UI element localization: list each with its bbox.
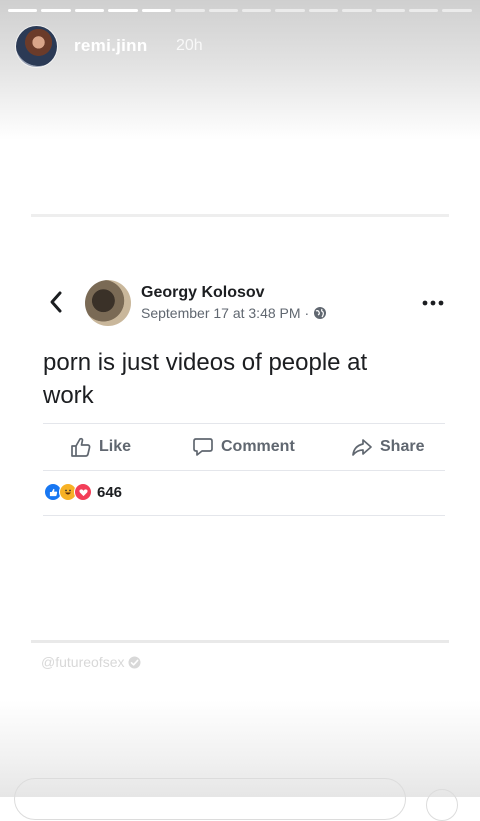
story-progress-segment xyxy=(241,9,272,12)
love-reaction-icon xyxy=(74,483,92,501)
story-progress-segment xyxy=(308,9,339,12)
back-arrow-icon[interactable] xyxy=(48,290,64,314)
reactions-summary[interactable]: 646 xyxy=(44,483,122,501)
story-progress-segment xyxy=(409,9,439,12)
share-button[interactable]: Share xyxy=(351,436,424,458)
reply-input[interactable] xyxy=(14,778,406,820)
story-time-ago: 20h xyxy=(176,37,203,54)
story-progress-bar xyxy=(8,9,472,12)
thumbs-up-icon xyxy=(71,437,91,457)
story-progress-segment xyxy=(208,9,238,12)
action-bar-top-divider xyxy=(43,423,445,424)
meta-separator: · xyxy=(304,305,310,321)
author-avatar[interactable] xyxy=(85,280,131,326)
post-text: porn is just videos of people at work xyxy=(43,349,368,409)
story-progress-segment xyxy=(175,9,205,12)
screenshot-card xyxy=(31,214,449,643)
comment-label: Comment xyxy=(221,438,295,455)
story-progress-segment xyxy=(275,9,305,12)
reactions-divider xyxy=(43,515,445,516)
story-progress-segment xyxy=(41,9,71,12)
share-label: Share xyxy=(380,438,425,455)
story-header-gradient xyxy=(0,0,480,140)
source-watermark: @futureofsex xyxy=(41,654,141,670)
story-progress-segment xyxy=(442,9,472,12)
post-timestamp[interactable]: September 17 at 3:48 PM xyxy=(141,305,301,321)
story-progress-segment xyxy=(342,9,372,12)
like-label: Like xyxy=(99,438,132,455)
send-message-icon[interactable] xyxy=(426,789,458,821)
watermark-handle: @futureofsex xyxy=(41,654,125,670)
story-progress-segment xyxy=(375,9,406,12)
comment-bubble-icon xyxy=(193,438,213,456)
reaction-count: 646 xyxy=(97,483,123,501)
story-progress-segment xyxy=(108,9,138,12)
story-username[interactable]: remi.jinn xyxy=(74,36,148,56)
story-progress-segment xyxy=(74,9,105,12)
more-options-icon[interactable] xyxy=(422,300,444,306)
verified-check-icon xyxy=(128,656,141,668)
like-button[interactable]: Like xyxy=(70,436,131,458)
story-progress-segment xyxy=(8,9,38,12)
action-bar-bottom-divider xyxy=(43,470,445,471)
story-progress-segment xyxy=(141,9,172,12)
globe-icon xyxy=(314,307,327,319)
post-meta: September 17 at 3:48 PM · xyxy=(141,305,327,321)
comment-button[interactable]: Comment xyxy=(192,436,295,458)
story-avatar[interactable] xyxy=(16,26,57,67)
author-name[interactable]: Georgy Kolosov xyxy=(141,284,265,302)
share-arrow-icon xyxy=(352,439,372,456)
